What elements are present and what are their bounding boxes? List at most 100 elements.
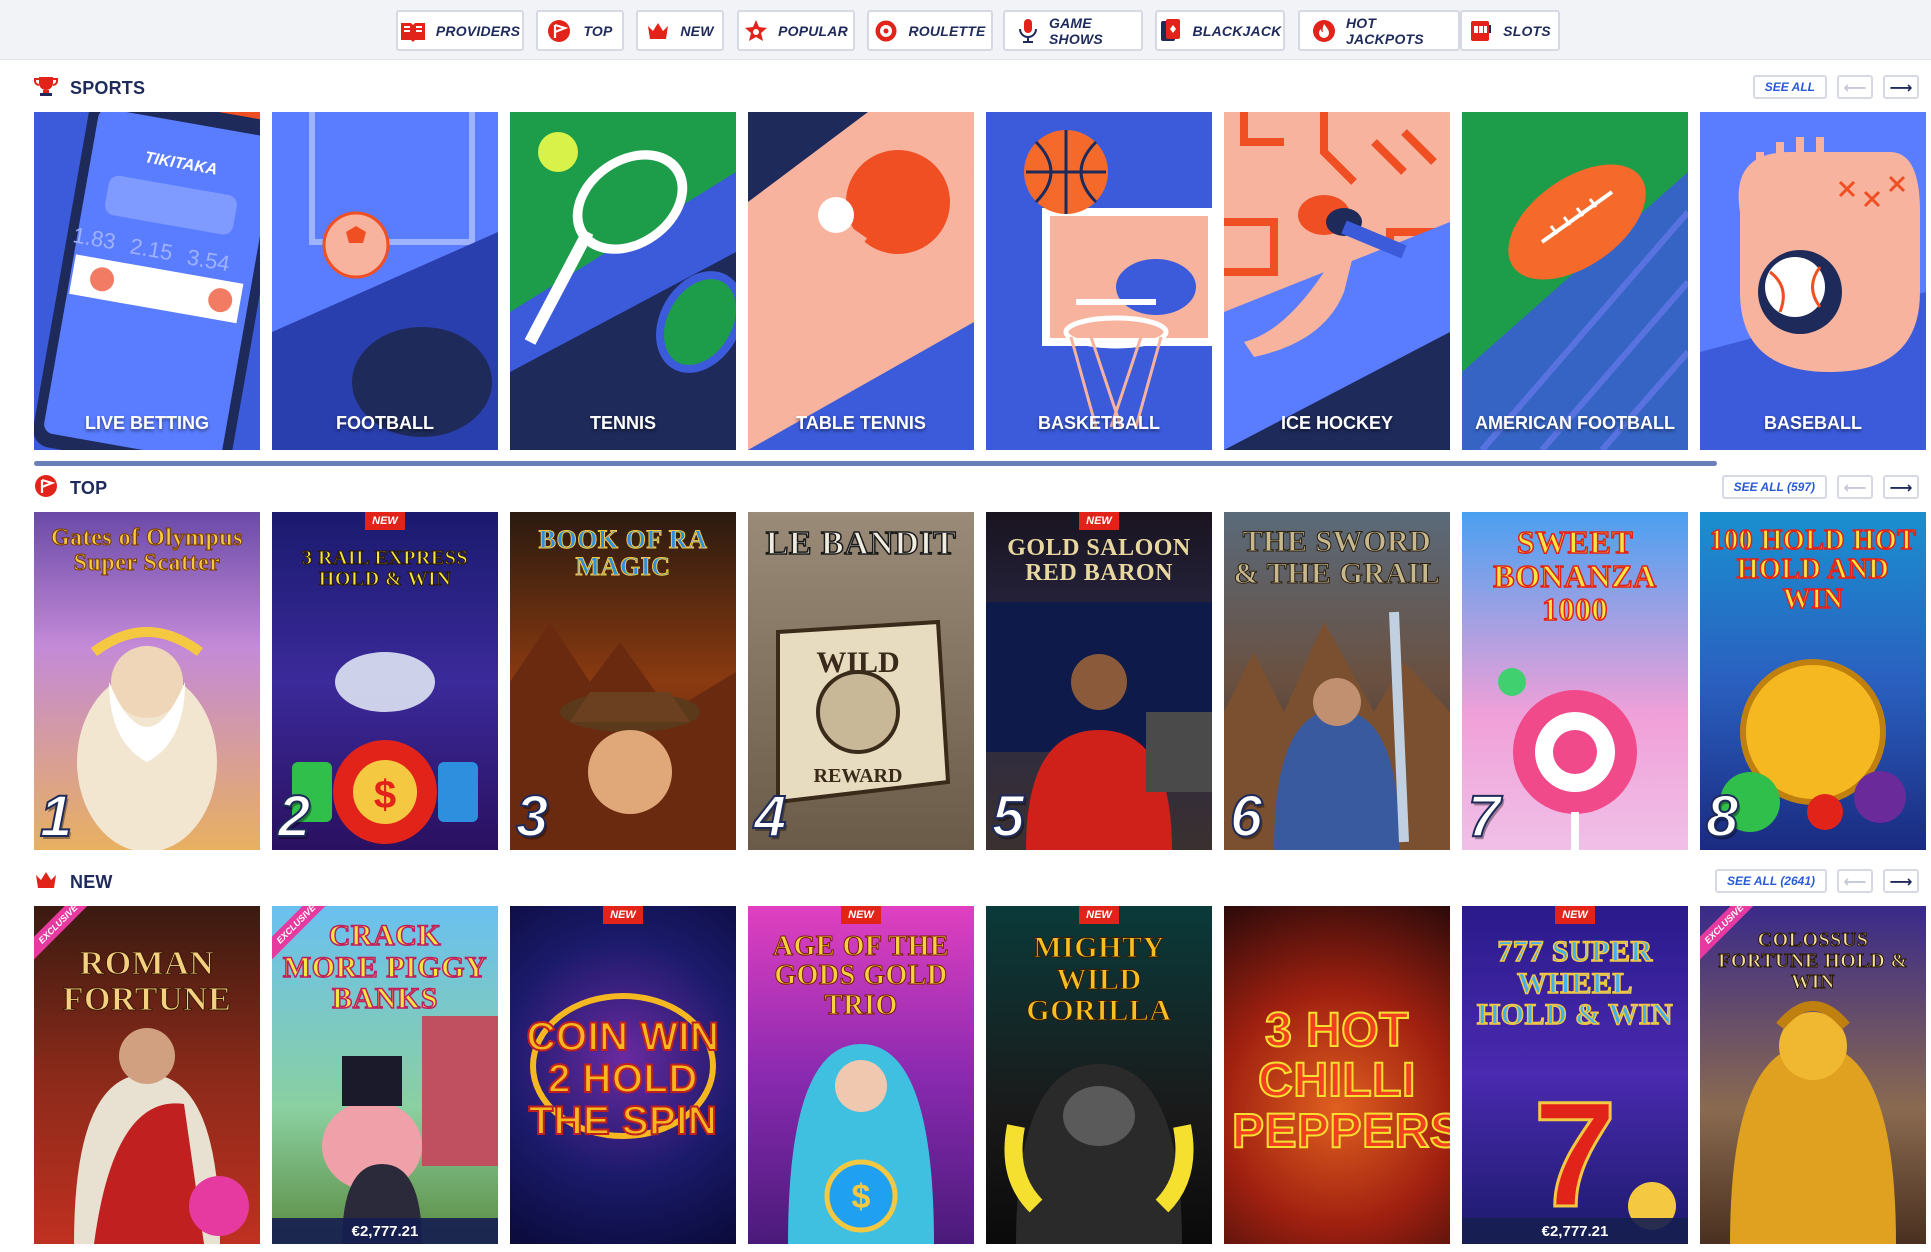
new-badge: NEW <box>841 906 881 924</box>
filter-providers-button[interactable]: PROVIDERS <box>396 10 524 51</box>
baseball-illustration <box>1700 112 1926 450</box>
trophy-icon <box>34 75 58 102</box>
section-title: SPORTS <box>70 77 146 98</box>
filter-label: TOP <box>583 22 613 39</box>
game-title: Gates of Olympus Super Scatter <box>50 525 243 577</box>
game-title: THE SWORD & THE GRAIL <box>1233 525 1441 590</box>
horizontal-scrollbar[interactable] <box>34 461 1717 466</box>
jackpot-amount: €2,777.21 <box>272 1218 498 1244</box>
ice-hockey-illustration <box>1224 112 1450 450</box>
game-tile[interactable]: Gates of Olympus Super Scatter 1 <box>34 512 260 850</box>
sport-tile-tennis[interactable]: TENNIS <box>510 112 736 450</box>
rank-number: 3 <box>515 784 549 849</box>
rank-number: 5 <box>991 784 1025 849</box>
arrow-right-icon[interactable]: ⟶ <box>1883 475 1919 499</box>
game-tile[interactable]: COLOSSUS FORTUNE HOLD & WIN EXCLUSIVE <box>1700 906 1926 1244</box>
arrow-left-icon[interactable]: ⟵ <box>1837 75 1873 99</box>
sport-tile-ice-hockey[interactable]: ICE HOCKEY <box>1224 112 1450 450</box>
flag-icon <box>547 19 573 43</box>
svg-text:$: $ <box>852 1178 871 1216</box>
new-games-row: ROMAN FORTUNE EXCLUSIVE CRACK MORE PIGGY… <box>34 906 1926 1244</box>
crown-icon <box>646 19 670 43</box>
category-filter-bar: PROVIDERS TOP NEW POPULAR ROULETTE GAME … <box>0 0 1931 60</box>
jackpot-amount: €2,777.21 <box>1462 1218 1688 1244</box>
game-title: GOLD SALOON RED BARON <box>1007 535 1191 587</box>
sports-row: TIKITAKA 1.83 2.15 3.54 LIVE BETTING FOO… <box>34 112 1926 450</box>
filter-label: HOT JACKPOTS <box>1346 14 1424 47</box>
arrow-right-icon[interactable]: ⟶ <box>1883 869 1919 893</box>
new-section-header: NEW <box>34 867 113 897</box>
table-tennis-illustration <box>748 112 974 450</box>
sport-tile-baseball[interactable]: BASEBALL <box>1700 112 1926 450</box>
filter-top-button[interactable]: TOP <box>536 10 624 51</box>
new-badge: NEW <box>1079 512 1119 530</box>
filter-blackjack-button[interactable]: BLACKJACK <box>1155 10 1285 51</box>
microphone-icon <box>1017 18 1039 43</box>
game-title: MIGHTY WILD GORILLA <box>1026 931 1172 1027</box>
filter-roulette-button[interactable]: ROULETTE <box>867 10 993 51</box>
filter-hot-jackpots-button[interactable]: HOT JACKPOTS <box>1298 10 1460 51</box>
filter-new-button[interactable]: NEW <box>636 10 724 51</box>
game-title: COIN WIN 2 HOLD THE SPIN <box>526 1015 720 1143</box>
game-title: AGE OF THE GODS GOLD TRIO <box>772 931 950 1021</box>
slot-machine-icon <box>1469 19 1493 43</box>
game-tile[interactable]: GOLD SALOON RED BARON NEW 5 <box>986 512 1212 850</box>
rank-number: 6 <box>1229 784 1263 849</box>
tennis-illustration <box>510 112 736 450</box>
sport-label: TENNIS <box>589 413 656 433</box>
sport-tile-table-tennis[interactable]: TABLE TENNIS <box>748 112 974 450</box>
game-tile[interactable]: COIN WIN 2 HOLD THE SPIN NEW <box>510 906 736 1244</box>
sport-label: BASEBALL <box>1764 413 1862 433</box>
game-tile[interactable]: 3 HOT CHILLI PEPPERS <box>1224 906 1450 1244</box>
new-section-controls: SEE ALL (2641) ⟵ ⟶ <box>1714 869 1919 893</box>
filter-label: GAME SHOWS <box>1049 14 1103 47</box>
see-all-button[interactable]: SEE ALL <box>1752 75 1827 99</box>
sports-section-header: SPORTS <box>34 73 145 103</box>
flag-icon <box>34 474 58 503</box>
filter-popular-button[interactable]: POPULAR <box>737 10 855 51</box>
arrow-left-icon[interactable]: ⟵ <box>1837 475 1873 499</box>
phone-illustration: TIKITAKA 1.83 2.15 3.54 <box>34 112 260 450</box>
game-tile[interactable]: 7 777 SUPER WHEEL HOLD & WIN NEW €2,777.… <box>1462 906 1688 1244</box>
sport-label: AMERICAN FOOTBALL <box>1475 413 1675 433</box>
game-title: SWEET BONANZA 1000 <box>1492 524 1657 628</box>
filter-slots-button[interactable]: SLOTS <box>1460 10 1560 51</box>
arrow-left-icon[interactable]: ⟵ <box>1837 869 1873 893</box>
filter-label: SLOTS <box>1503 22 1551 39</box>
game-tile[interactable]: $ AGE OF THE GODS GOLD TRIO NEW <box>748 906 974 1244</box>
sport-tile-american-football[interactable]: AMERICAN FOOTBALL <box>1462 112 1688 450</box>
game-tile[interactable]: 100 HOLD HOT HOLD AND WIN 8 <box>1700 512 1926 850</box>
game-tile[interactable]: WILD REWARD LE BANDIT 4 <box>748 512 974 850</box>
game-tile[interactable]: BOOK OF RA MAGIC 3 <box>510 512 736 850</box>
section-title: NEW <box>70 871 113 892</box>
game-tile[interactable]: $ 3 RAIL EXPRESS HOLD & WIN NEW 2 <box>272 512 498 850</box>
game-title: LE BANDIT <box>765 525 957 562</box>
sport-label: LIVE BETTING <box>84 413 209 433</box>
game-tile[interactable]: MIGHTY WILD GORILLA NEW <box>986 906 1212 1244</box>
svg-text:REWARD: REWARD <box>814 765 903 787</box>
svg-text:$: $ <box>374 773 396 817</box>
sport-tile-football[interactable]: FOOTBALL <box>272 112 498 450</box>
game-title: 3 HOT CHILLI PEPPERS <box>1231 1004 1450 1158</box>
see-all-button[interactable]: SEE ALL (597) <box>1721 475 1827 499</box>
roulette-icon <box>874 19 898 43</box>
game-title: 3 RAIL EXPRESS HOLD & WIN <box>302 547 468 590</box>
game-tile[interactable]: SWEET BONANZA 1000 7 <box>1462 512 1688 850</box>
sport-tile-live-betting[interactable]: TIKITAKA 1.83 2.15 3.54 LIVE BETTING <box>34 112 260 450</box>
arrow-right-icon[interactable]: ⟶ <box>1883 75 1919 99</box>
game-tile[interactable]: THE SWORD & THE GRAIL 6 <box>1224 512 1450 850</box>
sport-label: FOOTBALL <box>336 413 434 433</box>
sport-tile-basketball[interactable]: BASKETBALL <box>986 112 1212 450</box>
new-badge: NEW <box>603 906 643 924</box>
game-tile[interactable]: ROMAN FORTUNE EXCLUSIVE <box>34 906 260 1244</box>
sport-label: BASKETBALL <box>1038 413 1160 433</box>
top-games-row: Gates of Olympus Super Scatter 1 $ 3 RAI… <box>34 512 1926 850</box>
see-all-button[interactable]: SEE ALL (2641) <box>1714 869 1827 893</box>
svg-text:WILD: WILD <box>816 646 899 679</box>
filter-label: ROULETTE <box>908 22 986 39</box>
game-tile[interactable]: CRACK MORE PIGGY BANKS EXCLUSIVE €2,777.… <box>272 906 498 1244</box>
filter-label: POPULAR <box>778 22 848 39</box>
filter-game-shows-button[interactable]: GAME SHOWS <box>1003 10 1143 51</box>
game-title: BOOK OF RA MAGIC <box>538 525 708 582</box>
basketball-illustration <box>986 112 1212 450</box>
